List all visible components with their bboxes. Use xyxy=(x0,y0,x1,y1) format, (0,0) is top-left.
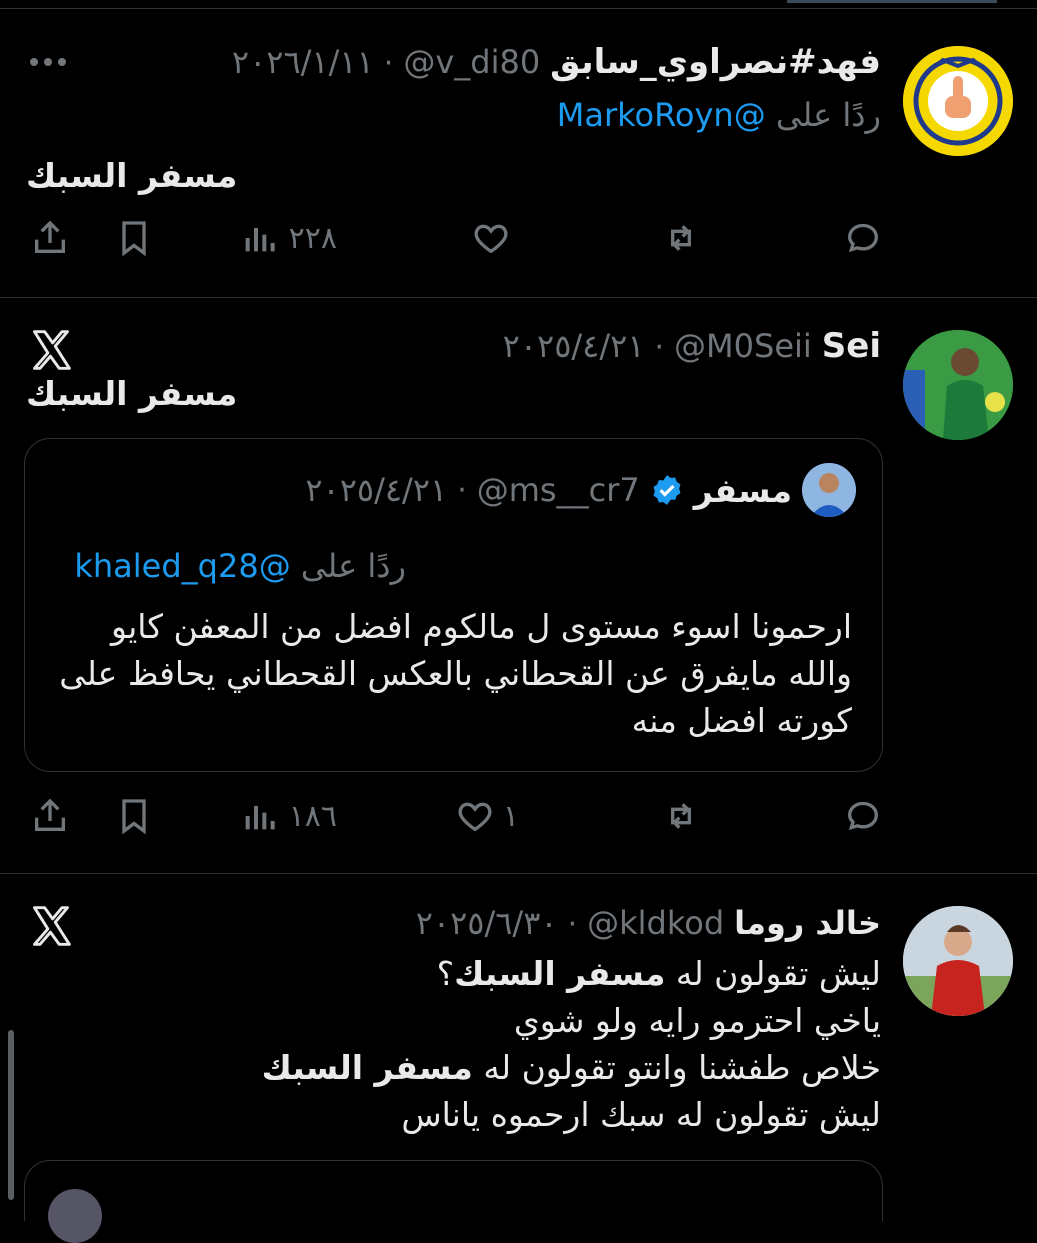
text-span: ليش تقولون له xyxy=(665,954,881,993)
quote-text: ارحمونا اسوء مستوى ل مالكوم افضل من المع… xyxy=(59,603,852,744)
tweet-date[interactable]: ٢٠٢٥/٦/٣٠ xyxy=(416,904,558,942)
tweet-date[interactable]: ٢٠٢٦/١/١١ xyxy=(232,43,374,81)
x-logo-icon[interactable] xyxy=(28,328,74,372)
top-tab-indicator xyxy=(787,0,997,3)
share-icon xyxy=(35,220,65,253)
separator-dot: · xyxy=(567,907,578,942)
tweet-text-line: خلاص طفشنا وانتو تقولون له مسفر السبك xyxy=(262,1044,881,1091)
replying-mention[interactable]: @MarkoRoyn xyxy=(557,96,766,134)
heart-icon xyxy=(474,224,508,254)
quote-text-line: والله مايفرق عن القحطاني بالعكس القحطاني… xyxy=(59,654,852,693)
reply-icon xyxy=(847,223,879,253)
tweet-text: ليش تقولون له مسفر السبك؟ ياخي احترمو را… xyxy=(262,950,881,1138)
author-handle[interactable]: @M0Seii xyxy=(674,327,812,365)
views-button[interactable]: ٢٢٨ xyxy=(241,208,337,268)
tweet-actions: ١ ١٨٦ xyxy=(0,786,1037,846)
reply-button[interactable] xyxy=(843,786,883,846)
tweet-text-line: ياخي احترمو رايه ولو شوي xyxy=(513,1001,881,1040)
tweet-text: مسفر السبك xyxy=(26,156,238,195)
quote-author-avatar xyxy=(802,463,856,517)
like-count: ١ xyxy=(502,798,519,834)
reply-icon xyxy=(847,801,879,831)
replying-prefix: ردًا على xyxy=(300,547,406,585)
repost-button[interactable] xyxy=(661,208,701,268)
views-button[interactable]: ١٨٦ xyxy=(241,786,337,846)
share-button[interactable] xyxy=(30,208,70,268)
quote-date[interactable]: ٢٠٢٥/٤/٢١ xyxy=(305,471,447,509)
text-span: خلاص طفشنا وانتو تقولون له xyxy=(472,1048,881,1087)
x-logo-icon[interactable] xyxy=(28,904,74,948)
analytics-icon xyxy=(245,228,275,252)
text-span-bold: مسفر السبك xyxy=(454,954,666,993)
player-photo-avatar xyxy=(903,906,1013,1016)
quote-text-line: ارحمونا اسوء مستوى ل مالكوم افضل من المع… xyxy=(111,607,852,646)
share-button[interactable] xyxy=(30,786,70,846)
verified-badge-icon xyxy=(653,475,681,505)
tweet-header: خالد روما @kldkod · ٢٠٢٥/٦/٣٠ xyxy=(416,904,881,942)
replying-to: ردًا على @MarkoRoyn xyxy=(557,96,881,134)
tweet-header: Sei @M0Seii · ٢٠٢٥/٤/٢١ xyxy=(503,326,881,366)
text-span: ؟ xyxy=(436,954,455,993)
like-button[interactable] xyxy=(471,208,519,268)
author-name[interactable]: خالد روما xyxy=(734,904,881,942)
top-divider xyxy=(0,8,1037,9)
bookmark-icon xyxy=(122,799,146,835)
reply-button[interactable] xyxy=(843,208,883,268)
share-icon xyxy=(35,798,65,831)
repost-button[interactable] xyxy=(661,786,701,846)
author-handle[interactable]: @kldkod xyxy=(587,904,724,942)
repost-icon xyxy=(671,225,691,251)
quoted-tweet[interactable]: مسفر @ms__cr7 · ٢٠٢٥/٤/٢١ ردًا على @khal… xyxy=(24,438,883,772)
bookmark-button[interactable] xyxy=(114,786,154,846)
avatar[interactable] xyxy=(48,1189,102,1243)
replying-prefix: ردًا على xyxy=(775,96,881,134)
view-count: ١٨٦ xyxy=(288,798,337,834)
player-photo-avatar xyxy=(903,330,1013,440)
author-handle[interactable]: @v_di80 xyxy=(403,43,540,81)
quote-text-line: كورته افضل منه xyxy=(631,701,852,740)
quoted-tweet[interactable] xyxy=(24,1160,883,1243)
tweet-divider xyxy=(0,297,1037,298)
separator-dot: · xyxy=(457,472,467,508)
text-span-bold: مسفر السبك xyxy=(261,1048,473,1087)
quote-replying-to: ردًا على @khaled_q28 xyxy=(74,547,406,585)
tweet-header: فهد#نصراوي_سابق @v_di80 · ٢٠٢٦/١/١١ xyxy=(232,42,881,82)
quote-author-name[interactable]: مسفر xyxy=(694,471,792,510)
avatar[interactable] xyxy=(802,463,856,517)
quote-header: مسفر @ms__cr7 · ٢٠٢٥/٤/٢١ xyxy=(305,463,856,517)
author-name[interactable]: Sei xyxy=(822,326,881,366)
repost-icon xyxy=(671,803,691,829)
avatar[interactable] xyxy=(903,906,1013,1016)
scrollbar[interactable] xyxy=(8,1030,14,1200)
avatar[interactable] xyxy=(903,46,1013,156)
author-name[interactable]: فهد#نصراوي_سابق xyxy=(550,42,881,82)
like-button[interactable]: ١ xyxy=(455,786,519,846)
separator-dot: · xyxy=(654,330,665,365)
tweet-actions: ٢٢٨ xyxy=(0,208,1037,268)
replying-mention[interactable]: @khaled_q28 xyxy=(74,547,290,585)
avatar[interactable] xyxy=(903,330,1013,440)
analytics-icon xyxy=(245,806,275,830)
tweet-date[interactable]: ٢٠٢٥/٤/٢١ xyxy=(503,327,645,365)
club-logo-avatar xyxy=(903,46,1013,156)
tweet-text: مسفر السبك xyxy=(26,374,238,413)
heart-icon xyxy=(458,802,492,832)
view-count: ٢٢٨ xyxy=(288,220,337,256)
bookmark-button[interactable] xyxy=(114,208,154,268)
tweet-text-line: ليش تقولون له سبك ارحموه ياناس xyxy=(401,1095,881,1134)
more-dots-icon[interactable] xyxy=(28,52,68,72)
tweet-text-line: ليش تقولون له مسفر السبك؟ xyxy=(262,950,881,997)
quote-author-handle[interactable]: @ms__cr7 xyxy=(477,471,640,509)
bookmark-icon xyxy=(122,221,146,257)
separator-dot: · xyxy=(383,46,394,81)
tweet-divider xyxy=(0,873,1037,874)
